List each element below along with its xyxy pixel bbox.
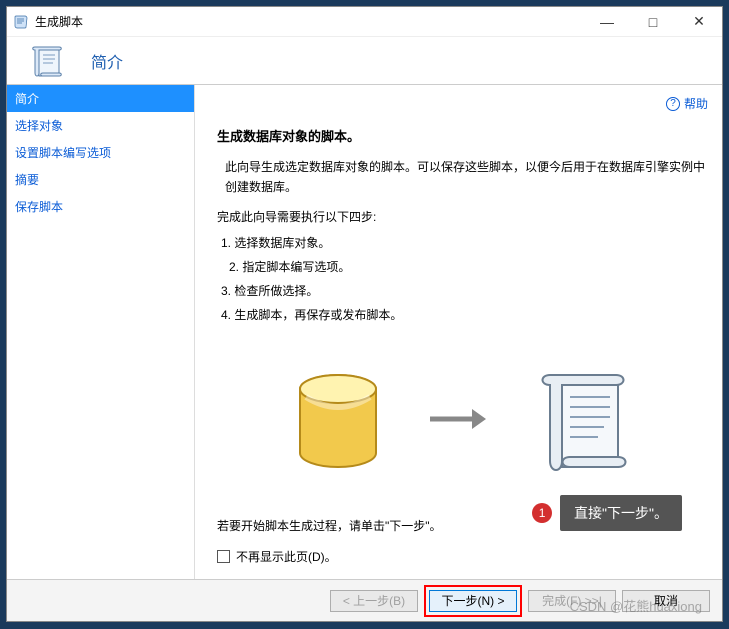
titlebar: 生成脚本 — □ ✕: [7, 7, 722, 37]
sidebar-item-label: 摘要: [15, 173, 39, 187]
next-button-highlight: 下一步(N) >: [424, 585, 522, 617]
script-icon: [528, 357, 638, 487]
annotation-bubble: 1 直接"下一步"。: [560, 495, 682, 531]
sidebar-item-save-script[interactable]: 保存脚本: [7, 193, 194, 220]
sidebar-item-script-options[interactable]: 设置脚本编写选项: [7, 139, 194, 166]
sidebar-item-label: 保存脚本: [15, 200, 63, 214]
dont-show-row: 不再显示此页(D)。: [217, 548, 708, 565]
content-pane: ? 帮助 生成数据库对象的脚本。 此向导生成选定数据库对象的脚本。可以保存这些脚…: [195, 85, 722, 579]
finish-button: 完成(F) >>|: [528, 590, 616, 612]
dont-show-checkbox[interactable]: [217, 550, 230, 563]
annotation-text: 直接"下一步"。: [574, 503, 668, 523]
sidebar-item-label: 选择对象: [15, 119, 63, 133]
content-heading: 生成数据库对象的脚本。: [217, 126, 708, 145]
next-button[interactable]: 下一步(N) >: [429, 590, 517, 612]
help-icon: ?: [666, 97, 680, 111]
body: 简介 选择对象 设置脚本编写选项 摘要 保存脚本 ? 帮助 生成数据库对象的脚本…: [7, 85, 722, 579]
annotation-number: 1: [532, 503, 552, 523]
header-band: 简介: [7, 37, 722, 85]
page-title: 简介: [91, 49, 123, 73]
cancel-button[interactable]: 取消: [622, 590, 710, 612]
steps-list: 1. 选择数据库对象。 2. 指定脚本编写选项。 3. 检查所做选择。 4. 生…: [217, 231, 708, 327]
step-3: 3. 检查所做选择。: [221, 279, 708, 303]
footer: < 上一步(B) 下一步(N) > 完成(F) >>| 取消: [7, 579, 722, 621]
arrow-icon: [428, 405, 488, 439]
database-icon: [288, 367, 388, 477]
step-2: 2. 指定脚本编写选项。: [221, 255, 708, 279]
sidebar: 简介 选择对象 设置脚本编写选项 摘要 保存脚本: [7, 85, 195, 579]
help-link[interactable]: ? 帮助: [666, 95, 708, 112]
sidebar-item-label: 设置脚本编写选项: [15, 146, 111, 160]
sidebar-item-label: 简介: [15, 92, 39, 106]
close-button[interactable]: ✕: [676, 7, 722, 37]
scroll-icon: [23, 37, 71, 85]
minimize-button[interactable]: —: [584, 7, 630, 37]
sidebar-item-intro[interactable]: 简介: [7, 85, 194, 112]
step-4: 4. 生成脚本，再保存或发布脚本。: [221, 303, 708, 327]
help-label: 帮助: [684, 95, 708, 112]
app-icon: [13, 14, 29, 30]
window-title: 生成脚本: [35, 13, 83, 30]
wizard-window: 生成脚本 — □ ✕ 简介 简介 选择对象 设置脚本编写选项 摘要 保存脚本: [6, 6, 723, 622]
back-button: < 上一步(B): [330, 590, 418, 612]
steps-intro: 完成此向导需要执行以下四步:: [217, 208, 708, 225]
maximize-button[interactable]: □: [630, 7, 676, 37]
sidebar-item-select-objects[interactable]: 选择对象: [7, 112, 194, 139]
step-1: 1. 选择数据库对象。: [221, 231, 708, 255]
sidebar-item-summary[interactable]: 摘要: [7, 166, 194, 193]
content-description: 此向导生成选定数据库对象的脚本。可以保存这些脚本，以便今后用于在数据库引擎实例中…: [217, 157, 708, 198]
dont-show-label: 不再显示此页(D)。: [236, 548, 337, 565]
illustration: [217, 347, 708, 497]
